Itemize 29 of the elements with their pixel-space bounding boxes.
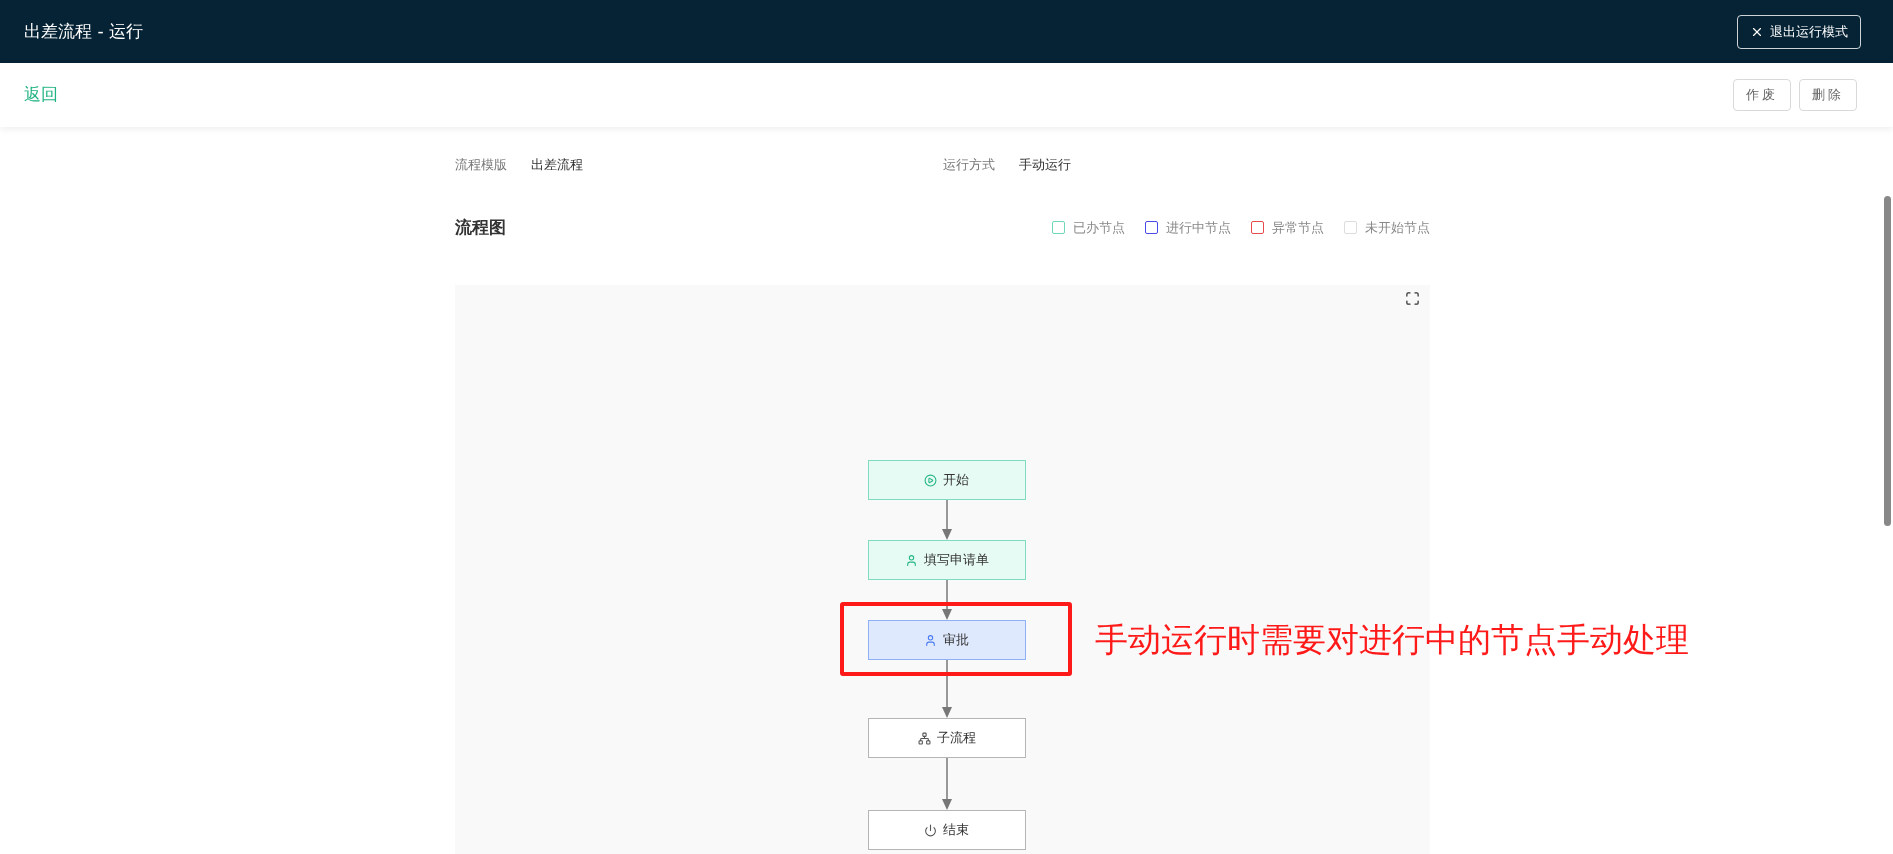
user-icon <box>924 633 937 647</box>
connector-arrow <box>940 660 953 718</box>
user-icon <box>904 553 918 567</box>
connector-arrow <box>940 500 953 540</box>
info-label: 运行方式 <box>942 156 995 174</box>
connector-arrow <box>940 758 953 810</box>
legend-label: 异常节点 <box>1272 218 1324 237</box>
flow-node[interactable]: 审批 <box>867 620 1026 660</box>
annotation-text: 手动运行时需要对进行中的节点手动处理 <box>1095 619 1689 661</box>
exit-run-mode-button[interactable]: 退出运行模式 <box>1737 14 1861 49</box>
flow-node[interactable]: 填写申请单 <box>867 540 1026 580</box>
fullscreen-icon[interactable] <box>1405 291 1420 306</box>
legend-label: 未开始节点 <box>1365 218 1430 237</box>
info-value: 手动运行 <box>1018 156 1071 174</box>
toolbar-button[interactable]: 删除 <box>1799 79 1857 111</box>
section-title: 流程图 <box>455 215 506 239</box>
window-title: 出差流程 - 运行 <box>24 19 143 43</box>
flow-node[interactable]: 子流程 <box>867 718 1026 758</box>
branch-icon <box>917 731 931 745</box>
legend-label: 已办节点 <box>1073 218 1125 237</box>
flow-node[interactable]: 结束 <box>867 810 1026 850</box>
toolbar-button[interactable]: 作废 <box>1733 79 1791 111</box>
legend-label: 进行中节点 <box>1166 218 1231 237</box>
info-label: 流程模版 <box>455 156 507 174</box>
info-value: 出差流程 <box>531 156 583 174</box>
play-icon <box>924 473 937 487</box>
connector-arrow <box>940 580 953 620</box>
flow-node[interactable]: 开始 <box>867 460 1026 500</box>
power-icon <box>924 823 937 837</box>
